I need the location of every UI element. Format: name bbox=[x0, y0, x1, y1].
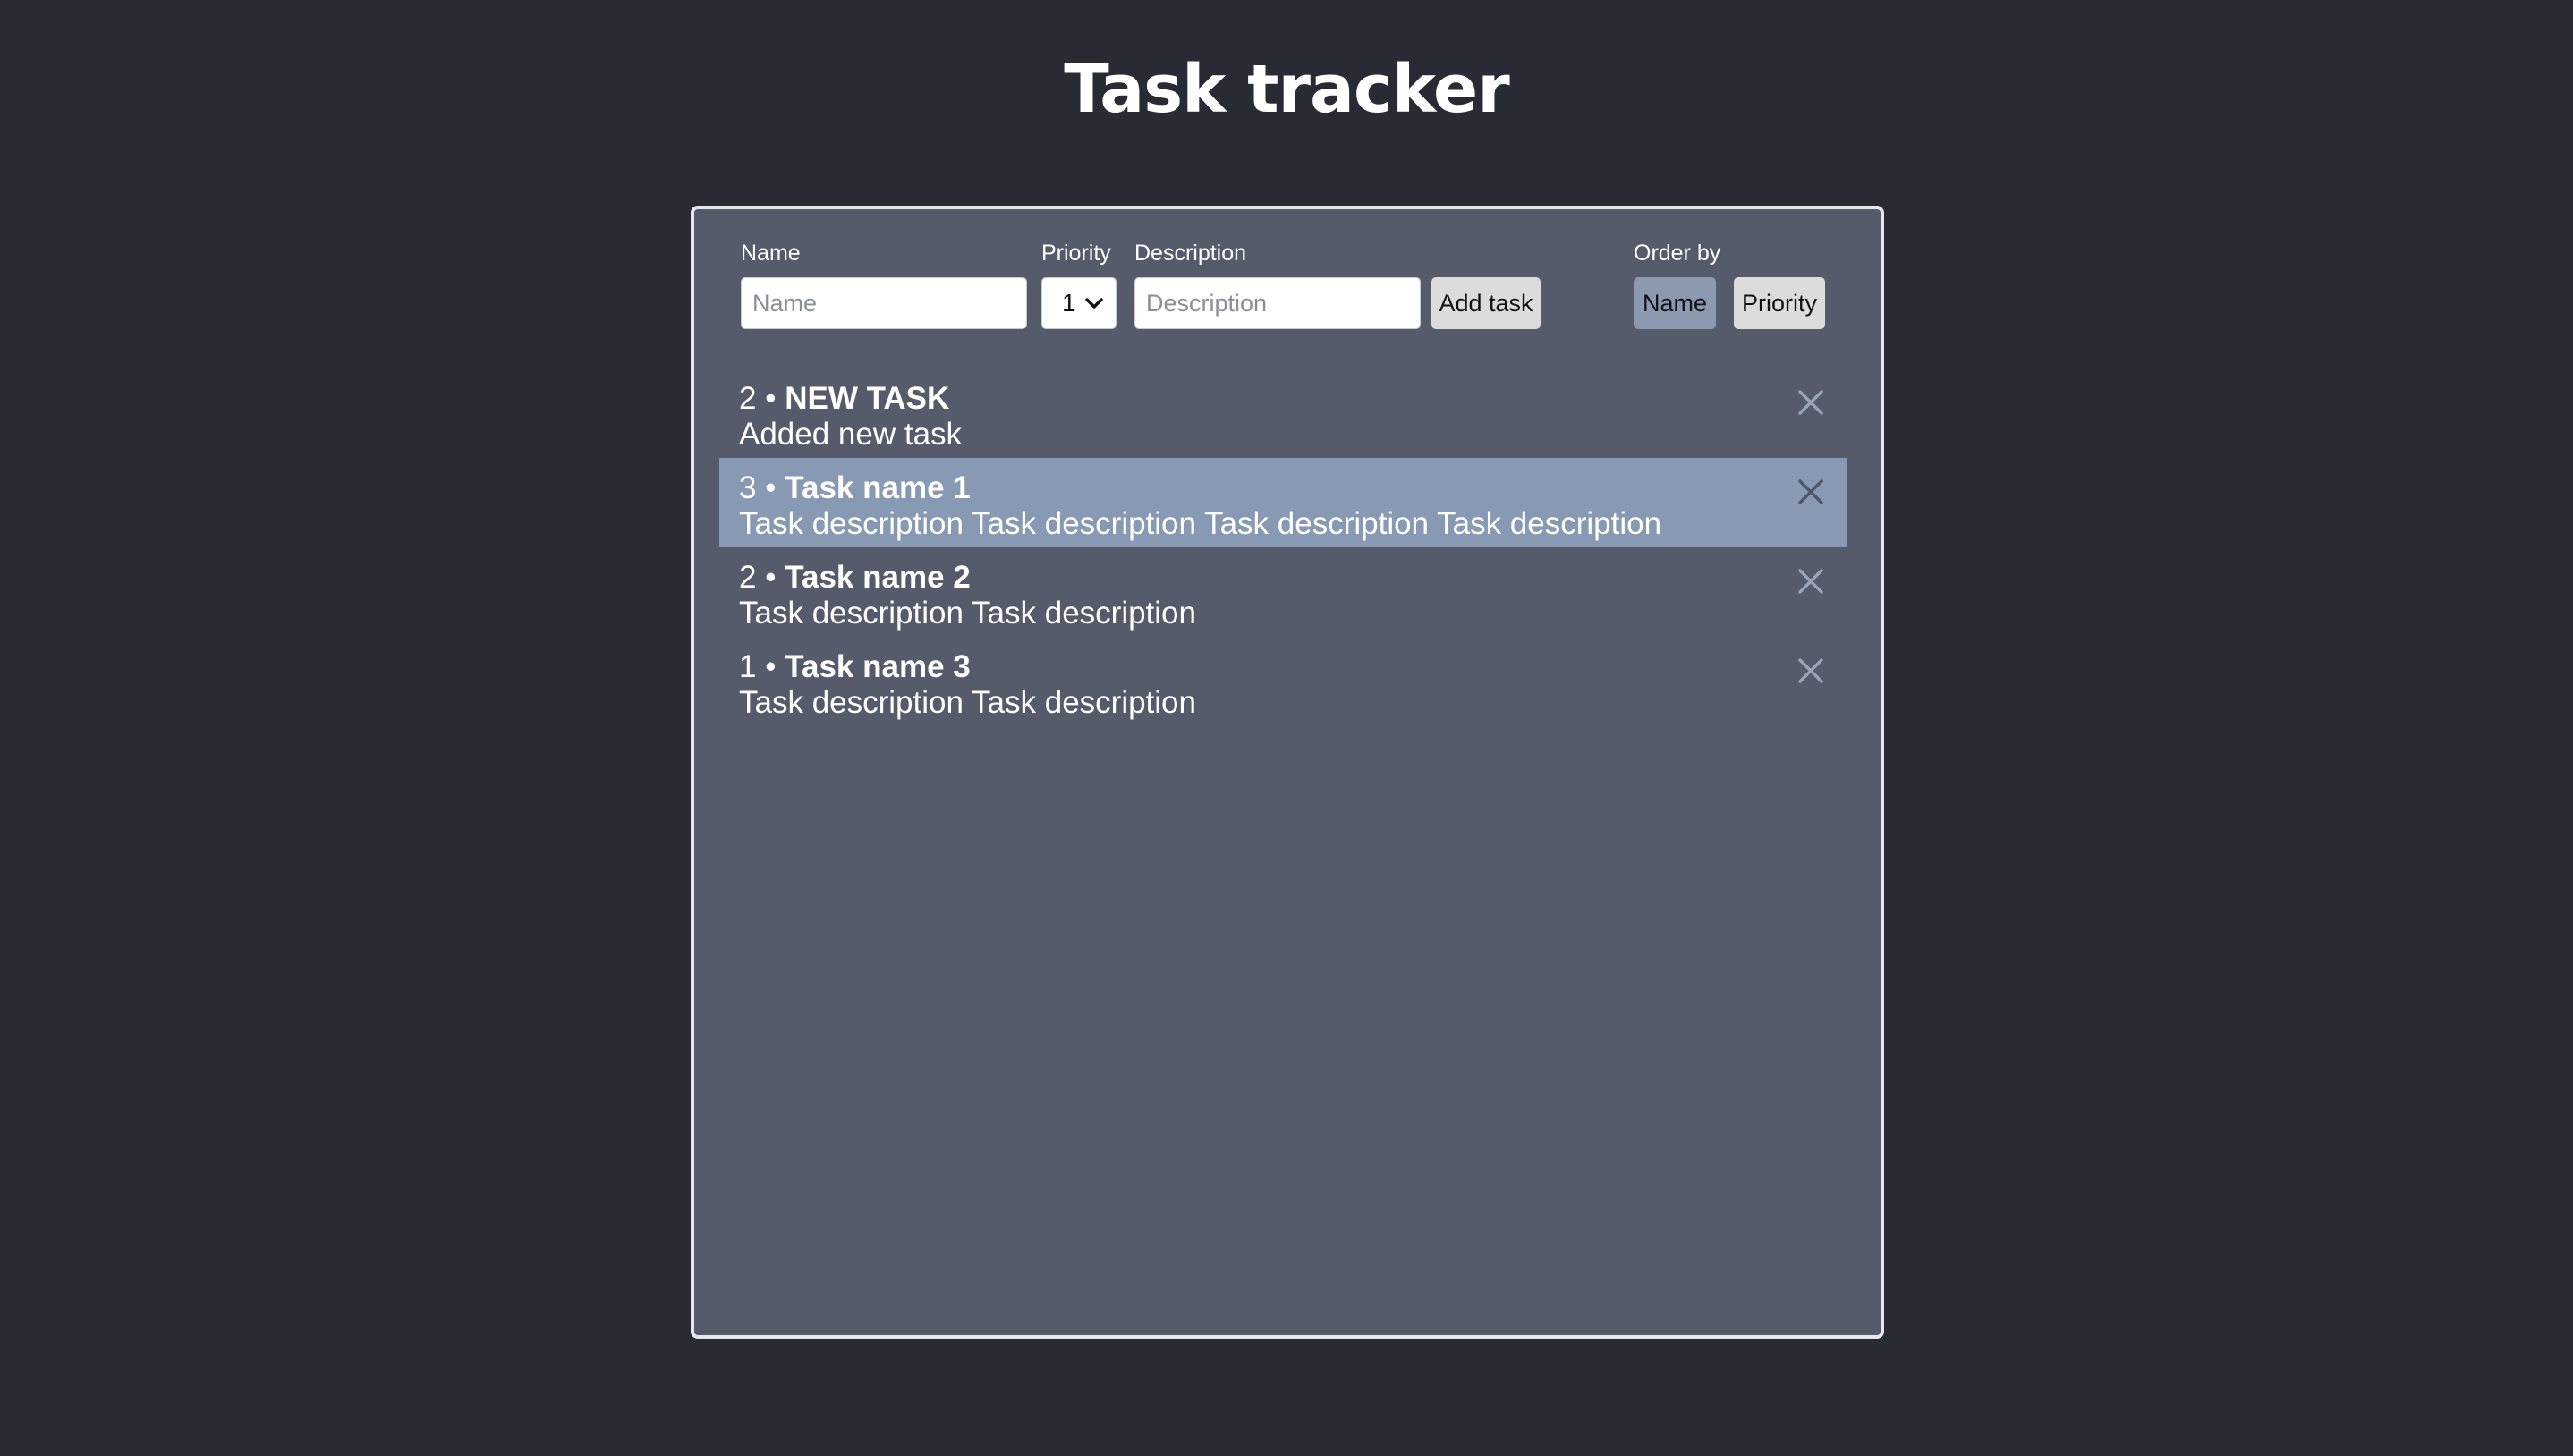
close-icon[interactable] bbox=[1795, 476, 1827, 508]
priority-label: Priority bbox=[1041, 241, 1111, 266]
task-list: 2 • NEW TASK Added new task 3 • Task nam… bbox=[719, 368, 1847, 726]
priority-select-value: 1 bbox=[1062, 289, 1076, 317]
task-description: Added new task bbox=[739, 417, 963, 452]
task-heading: 1 • Task name 3 bbox=[739, 649, 971, 685]
task-priority: 2 bbox=[739, 381, 757, 416]
task-separator: • bbox=[765, 649, 777, 684]
page-title: Task tracker bbox=[1064, 51, 1509, 128]
close-icon[interactable] bbox=[1795, 565, 1827, 597]
task-item[interactable]: 2 • Task name 2 Task description Task de… bbox=[719, 547, 1847, 637]
task-description: Task description Task description bbox=[739, 596, 1196, 631]
priority-select[interactable]: 1 bbox=[1041, 277, 1117, 329]
task-priority: 3 bbox=[739, 470, 757, 505]
name-input[interactable] bbox=[741, 277, 1027, 329]
task-name: Task name 1 bbox=[785, 470, 971, 505]
task-panel: Name Priority 1 Description Add task Ord… bbox=[691, 206, 1884, 1339]
task-item[interactable]: 1 • Task name 3 Task description Task de… bbox=[719, 637, 1847, 726]
task-heading: 2 • NEW TASK bbox=[739, 381, 949, 417]
order-by-priority-button[interactable]: Priority bbox=[1734, 277, 1825, 329]
task-item[interactable]: 3 • Task name 1 Task description Task de… bbox=[719, 458, 1847, 547]
task-name: NEW TASK bbox=[785, 381, 950, 416]
task-priority: 1 bbox=[739, 649, 757, 684]
order-by-label: Order by bbox=[1634, 241, 1721, 266]
task-separator: • bbox=[765, 470, 777, 505]
task-heading: 3 • Task name 1 bbox=[739, 470, 971, 506]
task-name: Task name 2 bbox=[785, 560, 971, 595]
task-item[interactable]: 2 • NEW TASK Added new task bbox=[719, 368, 1847, 458]
task-separator: • bbox=[765, 381, 777, 416]
task-priority: 2 bbox=[739, 560, 757, 595]
task-separator: • bbox=[765, 560, 777, 595]
task-description: Task description Task description Task d… bbox=[739, 506, 1662, 541]
add-task-button[interactable]: Add task bbox=[1431, 277, 1541, 329]
chevron-down-icon bbox=[1085, 298, 1103, 309]
close-icon[interactable] bbox=[1795, 655, 1827, 687]
order-by-name-button[interactable]: Name bbox=[1634, 277, 1716, 329]
task-description: Task description Task description bbox=[739, 685, 1196, 720]
task-heading: 2 • Task name 2 bbox=[739, 560, 971, 596]
description-label: Description bbox=[1134, 241, 1247, 266]
description-input[interactable] bbox=[1134, 277, 1421, 329]
close-icon[interactable] bbox=[1795, 386, 1827, 419]
task-name: Task name 3 bbox=[785, 649, 971, 684]
name-label: Name bbox=[741, 241, 801, 266]
